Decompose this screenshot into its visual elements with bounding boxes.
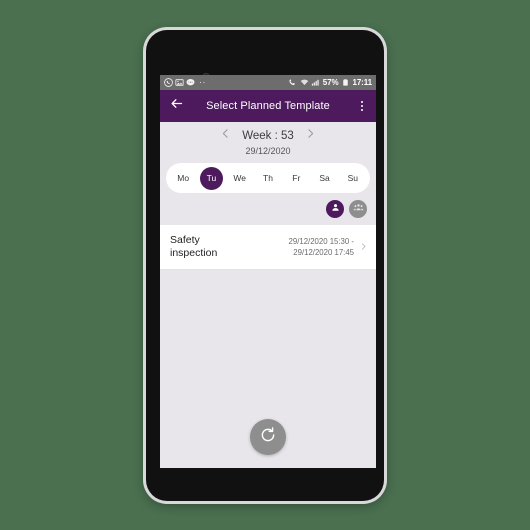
battery-percent-label: 57% [322,77,339,87]
refresh-icon [259,426,277,449]
list-item[interactable]: Safety inspection 29/12/2020 15:30 - 29/… [160,225,376,271]
status-bar-notifications: ·· [164,78,288,87]
week-label: Week : 53 [242,129,294,142]
back-button[interactable] [167,97,185,115]
overflow-menu-icon[interactable] [355,97,369,115]
signal-icon [311,78,320,87]
filter-group-button[interactable] [349,200,367,218]
back-arrow-icon [169,96,184,116]
day-pill-su[interactable]: Su [341,167,364,190]
status-bar: ·· 57% 17:11 [160,75,376,90]
wifi-icon [300,78,309,87]
day-pill-mo[interactable]: Mo [172,167,195,190]
whatsapp-icon [164,78,173,87]
template-end-time: 29/12/2020 17:45 [293,248,354,258]
phone-body: ·· 57% 17:11 Select Planned Template Wee… [146,30,384,501]
phone-icon [288,78,297,87]
status-bar-system-icons: 57% 17:11 [288,78,372,87]
person-icon [330,200,341,218]
app-bar: Select Planned Template [160,90,376,122]
group-icon [353,200,364,218]
battery-icon [341,78,350,87]
clock-label: 17:11 [352,77,372,87]
filter-toggle-row [160,193,376,218]
week-navigator: Week : 53 [160,122,376,142]
image-icon [175,78,184,87]
day-pill-we[interactable]: We [228,167,251,190]
template-start-time: 29/12/2020 15:30 - [288,236,354,246]
day-selector: Mo Tu We Th Fr Sa Su [166,163,370,193]
template-timespan: 29/12/2020 15:30 - 29/12/2020 17:45 [244,236,359,259]
chevron-left-icon [219,127,232,145]
phone-frame: ·· 57% 17:11 Select Planned Template Wee… [143,27,387,504]
template-title: Safety inspection [170,234,218,260]
list-item-chevron-button[interactable] [359,238,368,256]
day-pill-tu[interactable]: Tu [199,166,223,190]
message-icon [186,78,195,87]
filter-person-button[interactable] [326,200,344,218]
chevron-right-icon [359,238,368,256]
selected-date-label: 29/12/2020 [245,146,291,156]
status-more-dots: ·· [199,77,206,87]
page-title: Select Planned Template [206,100,330,112]
template-list: Safety inspection 29/12/2020 15:30 - 29/… [160,225,376,271]
chevron-right-icon [304,127,317,145]
refresh-fab-button[interactable] [250,419,286,455]
phone-screen: ·· 57% 17:11 Select Planned Template Wee… [160,75,376,468]
day-pill-fr[interactable]: Fr [285,167,308,190]
next-week-button[interactable] [304,127,317,145]
previous-week-button[interactable] [219,127,232,145]
day-pill-sa[interactable]: Sa [313,167,336,190]
day-pill-th[interactable]: Th [256,167,279,190]
